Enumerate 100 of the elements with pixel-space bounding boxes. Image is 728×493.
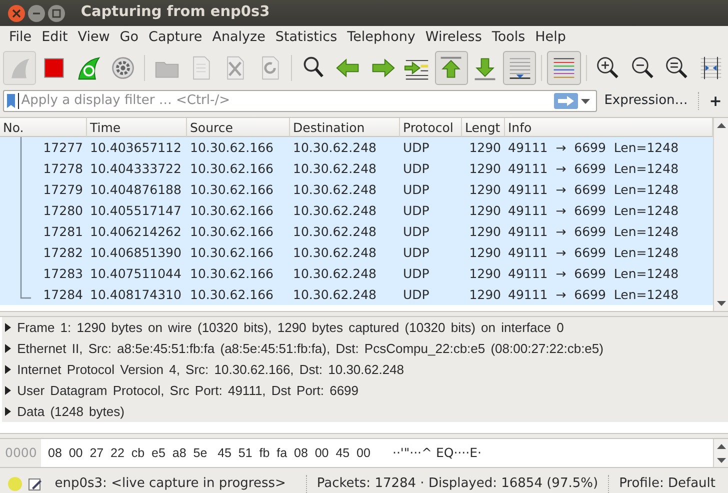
column-header[interactable]: Destination: [290, 118, 400, 137]
table-cell-text: 10.30.62.248: [292, 223, 378, 241]
table-cell-text: 1290: [468, 202, 502, 220]
table-cell-text: 17284: [43, 286, 83, 304]
table-cell-text: UDP: [402, 244, 430, 262]
table-cell-text: 10.30.62.248: [292, 286, 378, 304]
table-cell-text: 1290: [468, 139, 502, 157]
table-cell-text: 10.30.62.166: [189, 286, 274, 304]
zoom-out-icon: [630, 55, 656, 81]
settings-icon: [110, 55, 136, 81]
menu-item[interactable]: Capture: [144, 26, 208, 48]
add-filter-button[interactable]: +: [706, 90, 725, 112]
table-cell-text: 49111 → 6699 Len=1248: [507, 244, 680, 262]
table-cell-text: 10.403657112: [89, 139, 182, 157]
colored-lines-button[interactable]: [547, 51, 581, 85]
table-cell-text: UDP: [402, 223, 430, 241]
expand-arrow-icon[interactable]: [5, 323, 12, 332]
table-cell-text: 17283: [43, 265, 83, 283]
expression-button[interactable]: Expression…: [601, 91, 691, 111]
edit-comment-icon[interactable]: [28, 476, 42, 490]
table-cell-text: 1290: [468, 181, 502, 199]
column-header[interactable]: Lengt: [462, 118, 505, 137]
column-header[interactable]: Info: [505, 118, 713, 137]
column-header[interactable]: Time: [87, 118, 187, 137]
table-cell-text: 1290: [468, 286, 502, 304]
table-cell-text: UDP: [402, 265, 430, 283]
minimize-icon[interactable]: [28, 4, 46, 22]
table-cell-text: 10.404333722: [89, 160, 182, 178]
menu-item[interactable]: File: [4, 26, 37, 48]
table-cell-text: 10.30.62.166: [189, 139, 274, 157]
table-cell-text: 10.404876188: [89, 181, 182, 199]
table-cell-text: 10.30.62.166: [189, 181, 274, 199]
table-cell-text: 10.406214262: [89, 223, 182, 241]
hex-bytes: 08 00 27 22 cb e5 a8 5e 45 51 fb fa 08 00 45 00: [47, 445, 370, 462]
column-header[interactable]: No.: [0, 118, 87, 137]
tree-item[interactable]: Data (1248 bytes): [17, 402, 124, 422]
menu-item[interactable]: Analyze: [207, 26, 270, 48]
menu-item[interactable]: Tools: [486, 26, 530, 48]
menu-item[interactable]: Edit: [36, 26, 73, 48]
table-cell-text: 17278: [43, 160, 83, 178]
menu-item[interactable]: View: [72, 26, 115, 48]
table-cell-text: 49111 → 6699 Len=1248: [507, 139, 680, 157]
bookmark-icon[interactable]: [7, 94, 16, 108]
table-cell-text: 49111 → 6699 Len=1248: [507, 286, 680, 304]
dropdown-caret-icon[interactable]: [580, 98, 590, 104]
menu-item[interactable]: Wireless: [420, 26, 487, 48]
table-cell-text: 17279: [43, 181, 83, 199]
table-cell-text: 10.30.62.248: [292, 181, 378, 199]
table-cell-text: 10.30.62.248: [292, 160, 378, 178]
table-cell-text: 10.30.62.166: [189, 244, 274, 262]
maximize-icon[interactable]: [48, 4, 66, 22]
table-cell-text: 17280: [43, 202, 83, 220]
table-cell-text: 49111 → 6699 Len=1248: [507, 181, 680, 199]
table-cell-text: 10.407511044: [89, 265, 182, 283]
table-cell-text: 49111 → 6699 Len=1248: [507, 202, 680, 220]
table-cell-text: 10.406851390: [89, 244, 182, 262]
status-text: enp0s3: <live capture in progress>: [54, 474, 286, 493]
menu-item[interactable]: Help: [530, 26, 571, 48]
packet-count: Packets: 17284 · Displayed: 16854 (97.5%): [316, 474, 598, 493]
profile-label[interactable]: Profile: Default: [619, 474, 716, 493]
column-header[interactable]: Source: [187, 118, 290, 137]
table-cell-text: 17281: [43, 223, 83, 241]
table-cell-text: 49111 → 6699 Len=1248: [507, 223, 680, 241]
table-cell-text: 1290: [468, 265, 502, 283]
table-cell-text: 10.30.62.248: [292, 244, 378, 262]
table-cell-text: 10.30.62.166: [189, 202, 274, 220]
table-cell-text: 10.408174310: [89, 286, 182, 304]
filter-input[interactable]: Apply a display filter … <Ctrl-/>: [18, 93, 554, 109]
table-cell-text: 10.30.62.166: [189, 265, 274, 283]
scroll-to-end-button[interactable]: [503, 51, 536, 85]
window-title: Capturing from enp0s3: [80, 3, 270, 22]
table-cell-text: UDP: [402, 160, 430, 178]
table-cell-text: UDP: [402, 202, 430, 220]
menu-item[interactable]: Statistics: [270, 26, 342, 48]
table-cell-text: 49111 → 6699 Len=1248: [507, 160, 680, 178]
table-cell-text: 1290: [468, 223, 502, 241]
zoom-reset-icon: [664, 55, 690, 81]
table-cell-text: 10.405517147: [89, 202, 182, 220]
up-arrow-button[interactable]: [434, 51, 468, 85]
menu-item[interactable]: Telephony: [342, 26, 420, 48]
expand-arrow-icon[interactable]: [5, 344, 12, 353]
table-cell-text: 10.30.62.248: [292, 202, 378, 220]
expand-arrow-icon[interactable]: [5, 386, 12, 395]
table-cell-text: 1290: [468, 160, 502, 178]
table-cell-text: 10.30.62.248: [292, 265, 378, 283]
ascii-bytes: ··'"···^ EQ····E·: [391, 444, 482, 462]
expand-arrow-icon[interactable]: [5, 365, 12, 374]
close-icon[interactable]: [8, 4, 25, 22]
table-cell-text: UDP: [402, 286, 430, 304]
table-cell-text: 49111 → 6699 Len=1248: [507, 265, 680, 283]
table-cell-text: 17277: [43, 139, 83, 157]
expand-arrow-icon[interactable]: [5, 407, 12, 416]
column-header[interactable]: Protocol: [400, 118, 462, 137]
menu-item[interactable]: Go: [114, 26, 144, 48]
table-cell-text: 1290: [468, 244, 502, 262]
table-cell-text: 10.30.62.166: [189, 223, 274, 241]
table-cell-text: 10.30.62.248: [292, 139, 378, 157]
table-cell-text: UDP: [402, 181, 430, 199]
filter-field[interactable]: Apply a display filter … <Ctrl-/>: [3, 90, 598, 112]
table-cell-text: UDP: [402, 139, 430, 157]
